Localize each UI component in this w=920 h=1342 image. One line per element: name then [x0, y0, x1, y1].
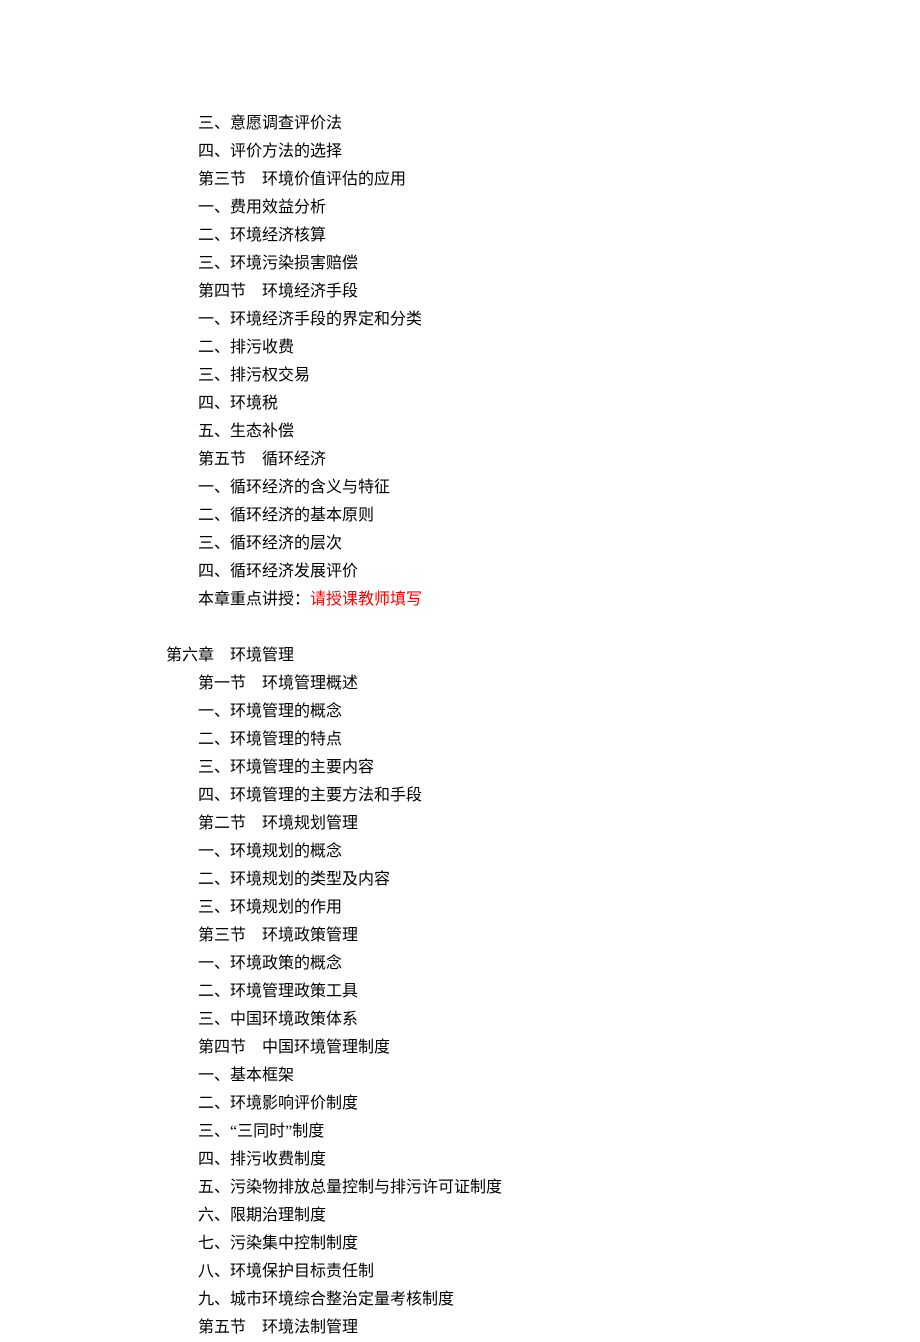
chapter6-indent: 第一节 环境管理概述 一、环境管理的概念 二、环境管理的特点 三、环境管理的主要… [166, 670, 920, 1342]
outline-item: 四、环境税 [198, 390, 920, 418]
outline-item: 一、环境经济手段的界定和分类 [198, 306, 920, 334]
chapter-title: 第六章 环境管理 [166, 642, 920, 670]
emphasis-prefix: 本章重点讲授： [198, 591, 310, 608]
document-content: 三、意愿调查评价法 四、评价方法的选择 第三节 环境价值评估的应用 一、费用效益… [0, 110, 920, 1342]
outline-item: 三、环境污染损害赔偿 [198, 250, 920, 278]
section-title: 第四节 中国环境管理制度 [198, 1034, 920, 1062]
outline-item: 四、循环经济发展评价 [198, 558, 920, 586]
outline-item: 四、排污收费制度 [198, 1146, 920, 1174]
chapter-6: 第六章 环境管理 第一节 环境管理概述 一、环境管理的概念 二、环境管理的特点 … [166, 642, 920, 1342]
outline-item: 五、生态补偿 [198, 418, 920, 446]
outline-item: 二、排污收费 [198, 334, 920, 362]
outline-item: 二、环境管理政策工具 [198, 978, 920, 1006]
section-title: 第五节 环境法制管理 [198, 1314, 920, 1342]
outline-item: 一、环境规划的概念 [198, 838, 920, 866]
outline-item: 一、循环经济的含义与特征 [198, 474, 920, 502]
section-title: 第一节 环境管理概述 [198, 670, 920, 698]
outline-item: 一、环境政策的概念 [198, 950, 920, 978]
outline-item: 三、环境管理的主要内容 [198, 754, 920, 782]
section-title: 第五节 循环经济 [198, 446, 920, 474]
outline-item: 三、“三同时”制度 [198, 1118, 920, 1146]
emphasis-red-text: 请授课教师填写 [310, 591, 422, 608]
outline-item: 四、评价方法的选择 [198, 138, 920, 166]
outline-item: 三、意愿调查评价法 [198, 110, 920, 138]
outline-item: 三、环境规划的作用 [198, 894, 920, 922]
section-title: 第三节 环境政策管理 [198, 922, 920, 950]
outline-item: 二、环境规划的类型及内容 [198, 866, 920, 894]
section-title: 第二节 环境规划管理 [198, 810, 920, 838]
section-title: 第三节 环境价值评估的应用 [198, 166, 920, 194]
outline-item: 六、限期治理制度 [198, 1202, 920, 1230]
block1-indent: 三、意愿调查评价法 四、评价方法的选择 第三节 环境价值评估的应用 一、费用效益… [166, 110, 920, 614]
outline-item: 三、循环经济的层次 [198, 530, 920, 558]
outline-item: 一、费用效益分析 [198, 194, 920, 222]
emphasis-line: 本章重点讲授：请授课教师填写 [198, 586, 920, 614]
outline-item: 四、环境管理的主要方法和手段 [198, 782, 920, 810]
outline-item: 三、中国环境政策体系 [198, 1006, 920, 1034]
outline-item: 二、循环经济的基本原则 [198, 502, 920, 530]
outline-item: 二、环境影响评价制度 [198, 1090, 920, 1118]
outline-item: 五、污染物排放总量控制与排污许可证制度 [198, 1174, 920, 1202]
outline-item: 七、污染集中控制制度 [198, 1230, 920, 1258]
outline-item: 八、环境保护目标责任制 [198, 1258, 920, 1286]
outline-item: 二、环境管理的特点 [198, 726, 920, 754]
outline-item: 一、环境管理的概念 [198, 698, 920, 726]
outline-item: 三、排污权交易 [198, 362, 920, 390]
outline-item: 一、基本框架 [198, 1062, 920, 1090]
outline-item: 九、城市环境综合整治定量考核制度 [198, 1286, 920, 1314]
outline-item: 二、环境经济核算 [198, 222, 920, 250]
section-title: 第四节 环境经济手段 [198, 278, 920, 306]
